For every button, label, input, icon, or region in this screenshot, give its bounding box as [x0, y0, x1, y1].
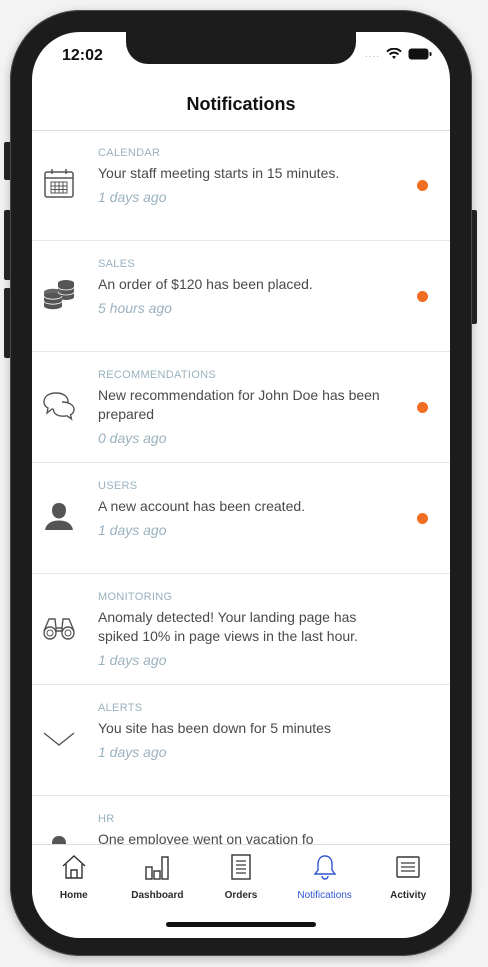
notification-category: CALENDAR	[98, 147, 161, 159]
tab-activity[interactable]: Activity	[366, 845, 450, 907]
tab-dashboard[interactable]: Dashboard	[116, 845, 200, 907]
document-icon	[231, 854, 251, 880]
home-icon	[62, 855, 86, 879]
battery-icon	[408, 48, 432, 60]
nav-header: Notifications	[32, 90, 450, 131]
notification-item[interactable]: HR One employee went on vacation fo	[32, 796, 450, 844]
notification-category: HR	[98, 813, 115, 825]
unread-dot	[417, 513, 428, 524]
notification-category: SALES	[98, 258, 135, 270]
home-indicator[interactable]	[166, 922, 316, 927]
notification-category: USERS	[98, 480, 138, 492]
status-time: 12:02	[62, 47, 103, 64]
notification-list[interactable]: CALENDAR Your staff meeting starts in 15…	[32, 130, 450, 844]
bar-chart-icon	[145, 856, 170, 880]
page-title: Notifications	[186, 94, 296, 114]
notification-message: One employee went on vacation fo	[98, 831, 314, 844]
notification-item[interactable]: USERS A new account has been created. 1 …	[32, 463, 450, 574]
tab-label: Orders	[224, 890, 258, 901]
tab-orders[interactable]: Orders	[199, 845, 283, 907]
notification-message: A new account has been created.	[98, 498, 306, 514]
list-icon	[396, 856, 420, 878]
notification-category: MONITORING	[98, 591, 173, 603]
notification-time: 1 days ago	[98, 189, 167, 205]
tab-label: Activity	[390, 890, 427, 901]
notification-item[interactable]: CALENDAR Your staff meeting starts in 15…	[32, 130, 450, 241]
notification-time: 0 days ago	[98, 430, 167, 446]
tab-label: Notifications	[297, 890, 352, 901]
coins-icon	[43, 280, 75, 310]
notification-time: 1 days ago	[98, 522, 167, 538]
notification-category: ALERTS	[98, 702, 143, 714]
tab-notifications[interactable]: Notifications	[283, 845, 367, 907]
bell-icon	[313, 855, 336, 880]
unread-dot	[417, 180, 428, 191]
notification-time: 1 days ago	[98, 652, 167, 668]
wifi-icon	[386, 48, 402, 59]
notification-item[interactable]: ALERTS You site has been down for 5 minu…	[32, 685, 450, 796]
status-icons: ....	[365, 48, 432, 60]
notification-item[interactable]: SALES An order of $120 has been placed. …	[32, 241, 450, 352]
binoculars-icon	[43, 618, 75, 640]
tab-label: Dashboard	[131, 890, 184, 901]
calendar-icon	[44, 169, 74, 198]
notification-message: Anomaly detected! Your landing page has …	[98, 609, 358, 644]
notification-time: 5 hours ago	[98, 300, 172, 316]
notification-item[interactable]: RECOMMENDATIONS New recommendation for J…	[32, 352, 450, 463]
notification-message: You site has been down for 5 minutes	[98, 720, 331, 736]
notch	[126, 32, 356, 64]
user-icon	[45, 503, 73, 530]
screen: 12:02 .... Notifications CALENDAR Your s…	[32, 32, 450, 938]
chat-bubbles-icon	[43, 392, 75, 421]
notification-time: 1 days ago	[98, 744, 167, 760]
unread-dot	[417, 402, 428, 413]
notification-item[interactable]: MONITORING Anomaly detected! Your landin…	[32, 574, 450, 685]
unread-dot	[417, 291, 428, 302]
user-icon	[52, 836, 66, 844]
notification-message: New recommendation for John Doe has been…	[98, 387, 380, 422]
notification-message: An order of $120 has been placed.	[98, 276, 313, 292]
tab-bar: Home Dashboard Orders Notifications Acti…	[32, 844, 450, 907]
notification-message: Your staff meeting starts in 15 minutes.	[98, 165, 340, 181]
notification-category: RECOMMENDATIONS	[98, 369, 216, 381]
chevron-down-icon	[43, 732, 75, 746]
signal-indicator: ....	[364, 48, 380, 60]
tab-label: Home	[59, 890, 88, 901]
tab-home[interactable]: Home	[32, 845, 116, 907]
